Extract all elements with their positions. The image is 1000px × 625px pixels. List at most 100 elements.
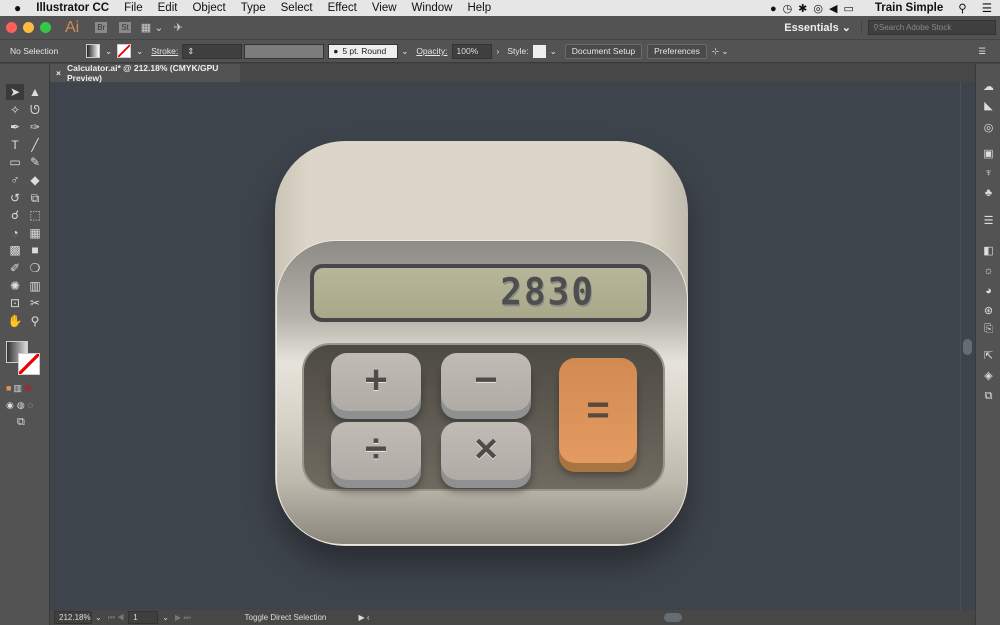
line-icon[interactable]: ╱: [26, 137, 44, 153]
menu-view[interactable]: View: [372, 2, 397, 14]
style-swatch[interactable]: [532, 44, 546, 58]
menu-type[interactable]: Type: [241, 2, 266, 14]
graph-icon[interactable]: ▥: [26, 278, 44, 294]
eyedropper-icon[interactable]: ✐: [6, 260, 24, 276]
vertical-scrollbar[interactable]: [960, 82, 974, 610]
screen-mode-icon[interactable]: ⧉: [17, 416, 25, 429]
asset-export-icon[interactable]: ⎘: [981, 322, 996, 337]
stock-button[interactable]: St: [119, 22, 131, 33]
scroll-thumb[interactable]: [963, 339, 972, 355]
first-artboard-button[interactable]: ⏮ ◀: [108, 613, 125, 623]
gradient-panel-icon[interactable]: ◧: [981, 244, 996, 259]
pen-icon[interactable]: ✒: [6, 119, 24, 135]
menu-window[interactable]: Window: [412, 2, 453, 14]
opacity-field[interactable]: 100%: [451, 43, 492, 59]
close-tab-icon[interactable]: ×: [56, 68, 61, 78]
color-icon[interactable]: ☁: [981, 80, 996, 95]
hand-icon[interactable]: ✋: [6, 313, 24, 329]
selection-status: No Selection: [10, 46, 59, 56]
menu-select[interactable]: Select: [281, 2, 313, 14]
document-tab-bar: × Calculator.ai* @ 212.18% (CMYK/GPU Pre…: [50, 63, 974, 83]
color-guide-icon[interactable]: ◣: [981, 99, 996, 114]
graphic-styles-icon[interactable]: ◕: [981, 284, 996, 299]
spotlight-icon[interactable]: ⚲: [958, 1, 966, 15]
export-icon[interactable]: ⇱: [981, 349, 996, 364]
preferences-button[interactable]: Preferences: [647, 43, 707, 59]
close-window-button[interactable]: [6, 22, 17, 33]
status-icons[interactable]: ●◷✱◎◀▭: [770, 2, 860, 15]
horizontal-scrollbar[interactable]: [374, 611, 975, 624]
menu-file[interactable]: File: [124, 2, 143, 14]
gpu-performance-icon[interactable]: ✈: [173, 21, 182, 34]
variable-width-field[interactable]: [244, 43, 325, 59]
shape-builder-icon[interactable]: ◔: [6, 225, 24, 241]
menu-edit[interactable]: Edit: [158, 2, 178, 14]
lasso-icon[interactable]: ᘎ: [26, 102, 44, 118]
zoom-window-button[interactable]: [40, 22, 51, 33]
free-transform-icon[interactable]: ⬚: [26, 207, 44, 223]
stroke-weight-field[interactable]: ⇕: [182, 43, 243, 59]
document-tab[interactable]: × Calculator.ai* @ 212.18% (CMYK/GPU Pre…: [50, 63, 240, 83]
slice-icon[interactable]: ✂: [26, 295, 44, 311]
workspace-switcher[interactable]: Essentials ⌄: [774, 21, 862, 34]
status-message[interactable]: Toggle Direct Selection: [245, 613, 359, 622]
h-scroll-thumb[interactable]: [663, 613, 682, 622]
zoom-field[interactable]: 212.18%: [54, 611, 92, 624]
minimize-window-button[interactable]: [23, 22, 34, 33]
rotate-icon[interactable]: ↺: [6, 190, 24, 206]
stroke-label[interactable]: Stroke:: [151, 46, 178, 56]
stroke-icon[interactable]: ☰: [981, 214, 996, 229]
shaper-icon[interactable]: ♂: [6, 172, 24, 188]
magic-wand-icon[interactable]: ✧: [6, 102, 24, 118]
stock-search-input[interactable]: ⚲ Search Adobe Stock: [868, 20, 996, 35]
scale-icon[interactable]: ⧉: [26, 190, 44, 206]
symbol-sprayer-icon[interactable]: ✺: [6, 278, 24, 294]
rectangle-icon[interactable]: ▭: [6, 154, 24, 170]
artboard-number-field[interactable]: 1: [128, 611, 159, 624]
plus-key: +: [331, 353, 421, 411]
stroke-color-box[interactable]: [18, 353, 40, 375]
notification-icon[interactable]: ☰: [982, 1, 992, 15]
curvature-icon[interactable]: ✑: [26, 119, 44, 135]
equals-key: =: [559, 358, 637, 463]
select-similar-icon[interactable]: ⊹ ⌄: [712, 46, 729, 57]
user-name[interactable]: Train Simple: [875, 2, 943, 14]
panel-menu-icon[interactable]: ☰: [978, 46, 986, 57]
artboards-icon[interactable]: ⧉: [981, 389, 996, 404]
paintbrush-icon[interactable]: ✎: [26, 154, 44, 170]
gradient-icon[interactable]: ■: [26, 242, 44, 258]
opacity-label[interactable]: Opacity:: [416, 46, 447, 56]
layers-icon[interactable]: ◈: [981, 369, 996, 384]
appearance-icon[interactable]: ◎: [981, 121, 996, 136]
eraser-icon[interactable]: ◆: [26, 172, 44, 188]
fill-swatch[interactable]: [86, 44, 100, 58]
apple-icon[interactable]: ●: [14, 1, 21, 15]
blend-icon[interactable]: ❍: [26, 260, 44, 276]
symbols-icon[interactable]: ♣: [981, 186, 996, 201]
type-icon[interactable]: T: [6, 137, 24, 153]
menu-effect[interactable]: Effect: [328, 2, 357, 14]
stroke-swatch[interactable]: [117, 44, 132, 58]
bridge-button[interactable]: Br: [95, 22, 108, 33]
selection-icon[interactable]: ➤: [6, 84, 24, 100]
cc-libraries-icon[interactable]: ⊛: [981, 304, 996, 319]
status-menu-arrow[interactable]: ▶ ‹: [359, 613, 370, 622]
artboard-icon[interactable]: ⊡: [6, 295, 24, 311]
transparency-icon[interactable]: ☼: [981, 264, 996, 279]
mesh-icon[interactable]: ▩: [6, 242, 24, 258]
menu-help[interactable]: Help: [467, 2, 491, 14]
draw-mode-buttons[interactable]: ◉◍◌: [6, 400, 36, 411]
brush-definition-field[interactable]: ● 5 pt. Round: [328, 43, 399, 59]
brushes-icon[interactable]: ♆: [981, 166, 996, 181]
document-setup-button[interactable]: Document Setup: [564, 43, 643, 59]
zoom-icon[interactable]: ⚲: [26, 313, 44, 329]
menu-app[interactable]: Illustrator CC: [36, 2, 109, 14]
arrange-documents-icon[interactable]: ▦ ⌄: [141, 21, 164, 34]
direct-selection-icon[interactable]: ▲: [26, 84, 44, 100]
warp-icon[interactable]: ☌: [6, 207, 24, 223]
color-mode-buttons[interactable]: ■▥⊘: [6, 383, 34, 394]
menu-object[interactable]: Object: [192, 2, 225, 14]
perspective-icon[interactable]: ▦: [26, 225, 44, 241]
image-trace-icon[interactable]: ▣: [981, 147, 996, 162]
next-artboard-button[interactable]: ▶ ⏭: [175, 613, 191, 623]
